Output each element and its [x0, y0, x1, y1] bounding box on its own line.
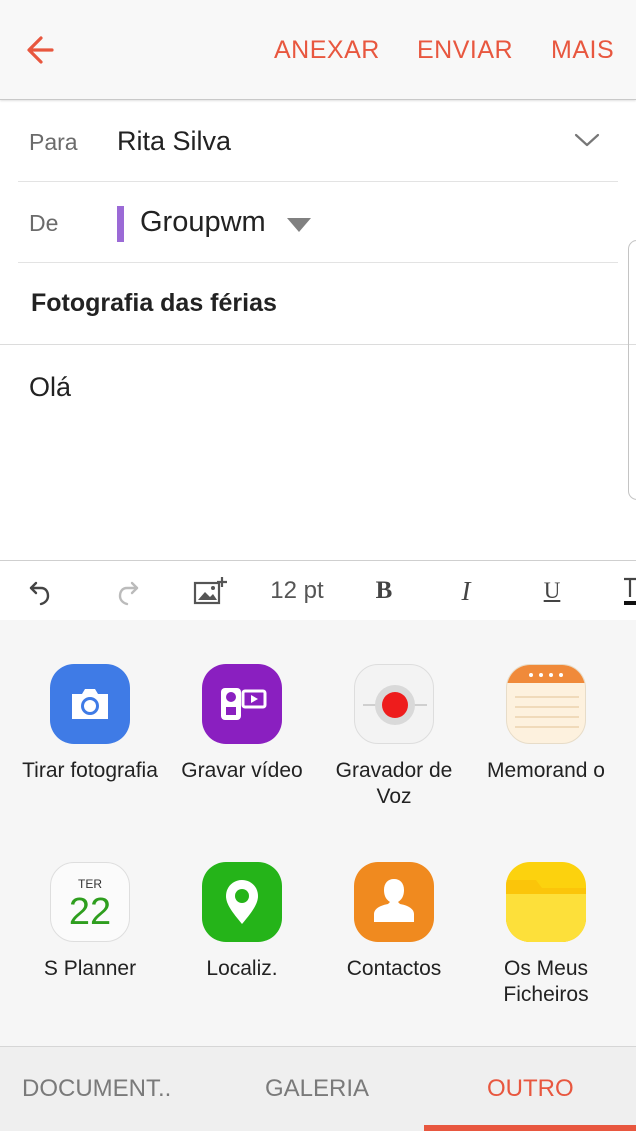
app-label: Tirar fotografia	[22, 759, 158, 782]
insert-image-icon[interactable]	[190, 571, 230, 611]
app-label: Contactos	[346, 957, 442, 980]
app-label: Localiz.	[206, 957, 278, 980]
font-size-selector[interactable]: 12 pt	[262, 571, 332, 611]
from-sender[interactable]: Groupwm	[140, 206, 266, 239]
redo-icon[interactable]	[108, 571, 144, 611]
message-body[interactable]: Olá	[29, 372, 71, 403]
calendar-date: 22	[68, 891, 112, 933]
dropdown-triangle-icon[interactable]	[286, 217, 312, 233]
tab-other[interactable]: OUTRO	[487, 1075, 574, 1103]
attach-button[interactable]: ANEXAR	[274, 36, 380, 65]
app-location[interactable]: Localiz.	[167, 862, 317, 982]
camera-icon	[50, 664, 130, 744]
chevron-down-icon[interactable]	[574, 132, 600, 148]
undo-icon[interactable]	[24, 571, 60, 611]
memo-icon	[506, 664, 586, 744]
app-label: Memorand o	[487, 759, 605, 782]
attach-tabs: DOCUMENT.. GALERIA OUTRO	[0, 1046, 636, 1131]
app-record-video[interactable]: Gravar vídeo	[167, 664, 317, 784]
attach-apps-panel: Tirar fotografia Gravar vídeo Gravador d…	[0, 620, 636, 1046]
tab-documents[interactable]: DOCUMENT..	[22, 1075, 171, 1103]
app-my-files[interactable]: Os Meus Ficheiros	[471, 862, 621, 1008]
calendar-day: TER	[78, 877, 102, 891]
app-label: Gravador de Voz	[335, 759, 453, 808]
folder-icon	[506, 862, 586, 942]
app-bar: ANEXAR ENVIAR MAIS	[0, 0, 636, 100]
formatting-toolbar: 12 pt B I U	[0, 560, 636, 621]
underline-button[interactable]: U	[532, 571, 572, 611]
more-button[interactable]: MAIS	[551, 36, 614, 65]
app-label: Os Meus Ficheiros	[503, 957, 589, 1006]
calendar-icon: TER 22	[50, 862, 130, 942]
text-color-icon[interactable]	[620, 575, 636, 609]
arrow-left-icon[interactable]	[22, 30, 62, 70]
app-memo[interactable]: Memorand o	[471, 664, 621, 784]
app-take-photo[interactable]: Tirar fotografia	[15, 664, 165, 784]
to-recipient[interactable]: Rita Silva	[117, 126, 231, 157]
from-field-row: De Groupwm	[18, 182, 618, 263]
sender-color-bar	[117, 206, 124, 242]
app-label: S Planner	[43, 957, 137, 980]
active-tab-indicator	[424, 1125, 636, 1131]
app-voice-recorder[interactable]: Gravador de Voz	[319, 664, 469, 810]
app-label: Gravar vídeo	[181, 759, 303, 782]
subject-field[interactable]: Fotografia das férias	[31, 289, 277, 318]
tab-gallery[interactable]: GALERIA	[265, 1075, 369, 1103]
send-button[interactable]: ENVIAR	[417, 36, 513, 65]
scroll-indicator	[628, 240, 636, 500]
app-s-planner[interactable]: TER 22 S Planner	[15, 862, 165, 982]
video-camera-icon	[202, 664, 282, 744]
bold-button[interactable]: B	[364, 571, 404, 611]
contacts-icon	[354, 862, 434, 942]
to-field-row: Para Rita Silva	[18, 100, 618, 182]
italic-button[interactable]: I	[446, 571, 486, 611]
from-label: De	[29, 210, 59, 236]
location-pin-icon	[202, 862, 282, 942]
app-contacts[interactable]: Contactos	[319, 862, 469, 982]
subject-divider	[0, 344, 636, 345]
voice-recorder-icon	[354, 664, 434, 744]
to-label: Para	[29, 129, 78, 155]
